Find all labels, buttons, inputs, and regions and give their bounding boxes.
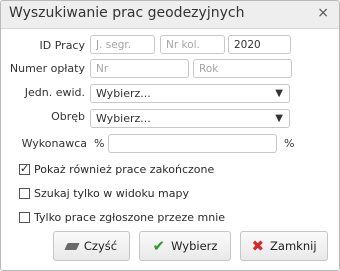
obreb-value: Wybierz... bbox=[96, 112, 151, 125]
wykonawca-prefix: % bbox=[94, 137, 105, 150]
check-icon: ✔ bbox=[152, 237, 166, 255]
close-button-label: Zamknij bbox=[270, 239, 317, 253]
oplata-nr-input[interactable] bbox=[90, 59, 189, 78]
id-pracy-label: ID Pracy bbox=[39, 39, 85, 52]
dialog-title: Wyszukiwanie prac geodezyjnych bbox=[9, 5, 245, 21]
option-label: Tylko prace zgłoszone przeze mnie bbox=[34, 211, 226, 224]
wykonawca-input[interactable] bbox=[108, 134, 277, 153]
clear-button[interactable]: Czyść bbox=[53, 231, 130, 261]
id-kol-input[interactable] bbox=[160, 35, 225, 54]
x-icon: ✖ bbox=[251, 237, 265, 255]
close-icon[interactable]: × bbox=[317, 5, 329, 21]
id-year-input[interactable] bbox=[228, 35, 291, 54]
numer-oplaty-label: Numer opłaty bbox=[9, 62, 85, 75]
dialog-titlebar: Wyszukiwanie prac geodezyjnych × bbox=[1, 1, 339, 29]
id-segr-input[interactable] bbox=[90, 35, 155, 54]
oplata-rok-input[interactable] bbox=[193, 59, 292, 78]
jedn-ewid-label: Jedn. ewid. bbox=[24, 86, 85, 99]
checkbox[interactable]: ✓ bbox=[19, 162, 30, 175]
close-button[interactable]: ✖ Zamknij bbox=[240, 231, 328, 261]
checkmark-icon: ✓ bbox=[20, 162, 30, 175]
obreb-select[interactable]: Wybierz... ▼ bbox=[90, 109, 290, 128]
option-label: Pokaż również prace zakończone bbox=[34, 163, 215, 176]
search-dialog: Wyszukiwanie prac geodezyjnych × ID Prac… bbox=[0, 0, 340, 271]
jedn-ewid-select[interactable]: Wybierz... ▼ bbox=[90, 84, 290, 103]
caret-down-icon: ▼ bbox=[275, 113, 283, 124]
eraser-icon bbox=[64, 242, 80, 250]
obreb-label: Obręb bbox=[51, 110, 85, 123]
caret-down-icon: ▼ bbox=[275, 88, 283, 99]
wykonawca-label: Wykonawca bbox=[21, 137, 87, 150]
wykonawca-suffix: % bbox=[284, 137, 295, 150]
checkbox[interactable] bbox=[19, 212, 30, 223]
option-label: Szukaj tylko w widoku mapy bbox=[34, 187, 189, 200]
jedn-ewid-value: Wybierz... bbox=[96, 87, 151, 100]
select-button[interactable]: ✔ Wybierz bbox=[139, 231, 231, 261]
select-button-label: Wybierz bbox=[171, 239, 218, 253]
checkbox[interactable] bbox=[19, 188, 30, 199]
clear-button-label: Czyść bbox=[83, 239, 118, 253]
